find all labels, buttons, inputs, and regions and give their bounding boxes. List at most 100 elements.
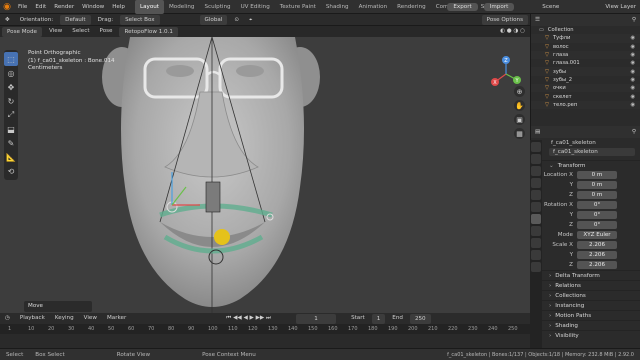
scene-selector[interactable]: Scene xyxy=(542,4,559,10)
measure-tool-icon[interactable]: 📐 xyxy=(4,150,18,164)
timeline-track[interactable] xyxy=(0,334,530,348)
location-x-field[interactable]: 0 m xyxy=(577,171,617,179)
grid-icon[interactable]: ▦ xyxy=(514,128,525,139)
shading-icons[interactable]: ◐ ● ◑ ○ xyxy=(495,26,530,37)
editor-type-icon[interactable]: ✥ xyxy=(0,14,15,26)
visibility-eye-icon[interactable]: ◉ xyxy=(630,60,635,66)
visibility-eye-icon[interactable]: ◉ xyxy=(630,52,635,58)
outliner-item[interactable]: ▽ Туфли ◉ xyxy=(531,34,640,43)
timeline-ruler[interactable]: 1 10 20 30 40 50 60 70 80 90 100 110 120 130 140 150 160… xyxy=(0,324,530,334)
mode-dropdown[interactable]: Pose Mode xyxy=(2,26,42,37)
object-name-row[interactable]: f_ca01_skeleton xyxy=(531,138,640,148)
outliner-item[interactable]: ▽ зубы ◉ xyxy=(531,67,640,76)
scale-z-field[interactable]: 2.206 xyxy=(577,261,617,269)
visibility-eye-icon[interactable]: ◉ xyxy=(630,35,635,41)
scale-tool-icon[interactable]: ⤢ xyxy=(4,108,18,122)
armature-data-tab-icon[interactable] xyxy=(531,250,541,260)
world-tab-icon[interactable] xyxy=(531,202,541,212)
section-shading[interactable]: Shading xyxy=(531,320,640,330)
properties-search-icon[interactable]: ⚲ xyxy=(632,129,636,135)
section-motion-paths[interactable]: Motion Paths xyxy=(531,310,640,320)
export-button[interactable]: Export xyxy=(447,3,478,11)
retopoflow-button[interactable]: RetopoFlow 1.0.1 xyxy=(119,26,178,37)
cursor-tool-icon[interactable]: ◎ xyxy=(4,66,18,80)
3d-viewport[interactable]: X Z Y xyxy=(0,37,530,313)
view-layer-tab-icon[interactable] xyxy=(531,178,541,188)
playback-controls[interactable]: ⏮ ◀◀ ◀ ▶ ▶▶ ⏭ xyxy=(221,313,276,324)
move-tool-icon[interactable]: ✥ xyxy=(4,80,18,94)
tab-texture-paint[interactable]: Texture Paint xyxy=(275,0,321,14)
blender-logo-icon[interactable]: ◉ xyxy=(0,0,14,14)
tab-sculpting[interactable]: Sculpting xyxy=(199,0,235,14)
tab-uv-editing[interactable]: UV Editing xyxy=(236,0,275,14)
marker-menu[interactable]: Marker xyxy=(102,313,131,324)
timeline-editor-icon[interactable]: ◷ xyxy=(0,313,15,324)
bone-tab-icon[interactable] xyxy=(531,262,541,272)
properties-editor-icon[interactable]: ▤ xyxy=(535,129,540,135)
tab-animation[interactable]: Animation xyxy=(354,0,393,14)
collection-row[interactable]: ▭ Collection xyxy=(531,26,640,34)
object-tab-icon[interactable] xyxy=(531,214,541,224)
tab-layout[interactable]: Layout xyxy=(134,0,164,14)
rotation-z-field[interactable]: 0° xyxy=(577,221,617,229)
rotation-x-field[interactable]: 0° xyxy=(577,201,617,209)
zoom-icon[interactable]: ⊕ xyxy=(514,86,525,97)
menu-pose[interactable]: Pose xyxy=(95,26,118,37)
transform-section-header[interactable]: Transform xyxy=(531,160,640,170)
section-instancing[interactable]: Instancing xyxy=(531,300,640,310)
tab-modeling[interactable]: Modeling xyxy=(164,0,199,14)
playback-menu[interactable]: Playback xyxy=(15,313,50,324)
drag-dropdown[interactable]: Select Box xyxy=(120,14,160,25)
menu-view[interactable]: View xyxy=(44,26,67,37)
section-collections[interactable]: Collections xyxy=(531,290,640,300)
tab-shading[interactable]: Shading xyxy=(321,0,354,14)
section-visibility[interactable]: Visibility xyxy=(531,330,640,340)
last-operator-panel[interactable]: Move xyxy=(24,301,92,312)
transform-orientation-dropdown[interactable]: Global xyxy=(199,14,228,25)
filter-icon[interactable]: ⚲ xyxy=(632,17,636,23)
rotation-mode-field[interactable]: XYZ Euler xyxy=(577,231,617,239)
menu-render[interactable]: Render xyxy=(50,0,78,14)
outliner-item[interactable]: ▽ очки ◉ xyxy=(531,84,640,93)
pose-options-dropdown[interactable]: Pose Options xyxy=(481,14,528,25)
menu-file[interactable]: File xyxy=(14,0,31,14)
menu-edit[interactable]: Edit xyxy=(31,0,50,14)
rotate-tool-icon[interactable]: ↻ xyxy=(4,94,18,108)
menu-help[interactable]: Help xyxy=(108,0,129,14)
outliner-item[interactable]: ▽ глаза.001 ◉ xyxy=(531,59,640,67)
visibility-eye-icon[interactable]: ◉ xyxy=(630,77,635,83)
rotation-y-field[interactable]: 0° xyxy=(577,211,617,219)
outliner-item[interactable]: ▽ глаза ◉ xyxy=(531,50,640,60)
visibility-eye-icon[interactable]: ◉ xyxy=(630,44,635,50)
visibility-eye-icon[interactable]: ◉ xyxy=(630,85,635,91)
location-y-field[interactable]: 0 m xyxy=(577,181,617,189)
end-frame-field[interactable]: 250 xyxy=(409,313,431,324)
outliner-item[interactable]: ▽ зубы_2 ◉ xyxy=(531,76,640,84)
tool-tab-icon[interactable] xyxy=(531,142,541,152)
camera-icon[interactable]: ▣ xyxy=(514,114,525,125)
modifiers-tab-icon[interactable] xyxy=(531,226,541,236)
delta-transform-section[interactable]: Delta Transform xyxy=(531,270,640,280)
start-frame-field[interactable]: 1 xyxy=(371,313,386,324)
orientation-dropdown[interactable]: Default xyxy=(60,14,91,25)
snap-icon[interactable]: ⌖ xyxy=(244,14,257,26)
keying-menu[interactable]: Keying xyxy=(50,313,79,324)
transform-tool-icon[interactable]: ⬓ xyxy=(4,122,18,136)
constraints-tab-icon[interactable] xyxy=(531,238,541,248)
select-tool-icon[interactable]: ⬚ xyxy=(4,52,18,66)
visibility-eye-icon[interactable]: ◉ xyxy=(630,94,635,100)
active-bone-head[interactable] xyxy=(214,229,230,245)
roll-tool-icon[interactable]: ⟲ xyxy=(4,164,18,178)
pan-hand-icon[interactable]: ✋ xyxy=(514,100,525,111)
scale-y-field[interactable]: 2.206 xyxy=(577,251,617,259)
output-tab-icon[interactable] xyxy=(531,166,541,176)
view-layer-selector[interactable]: View Layer xyxy=(605,4,636,10)
scene-tab-icon[interactable] xyxy=(531,190,541,200)
outliner-item[interactable]: ▽ тело.реп ◉ xyxy=(531,100,640,109)
pivot-icon[interactable]: ⊙ xyxy=(229,14,244,26)
location-z-field[interactable]: 0 m xyxy=(577,191,617,199)
outliner-item[interactable]: ▽ скелет ◉ xyxy=(531,92,640,100)
visibility-eye-icon[interactable]: ◉ xyxy=(630,69,635,75)
timeline-view-menu[interactable]: View xyxy=(79,313,102,324)
import-button[interactable]: Import xyxy=(483,3,515,11)
